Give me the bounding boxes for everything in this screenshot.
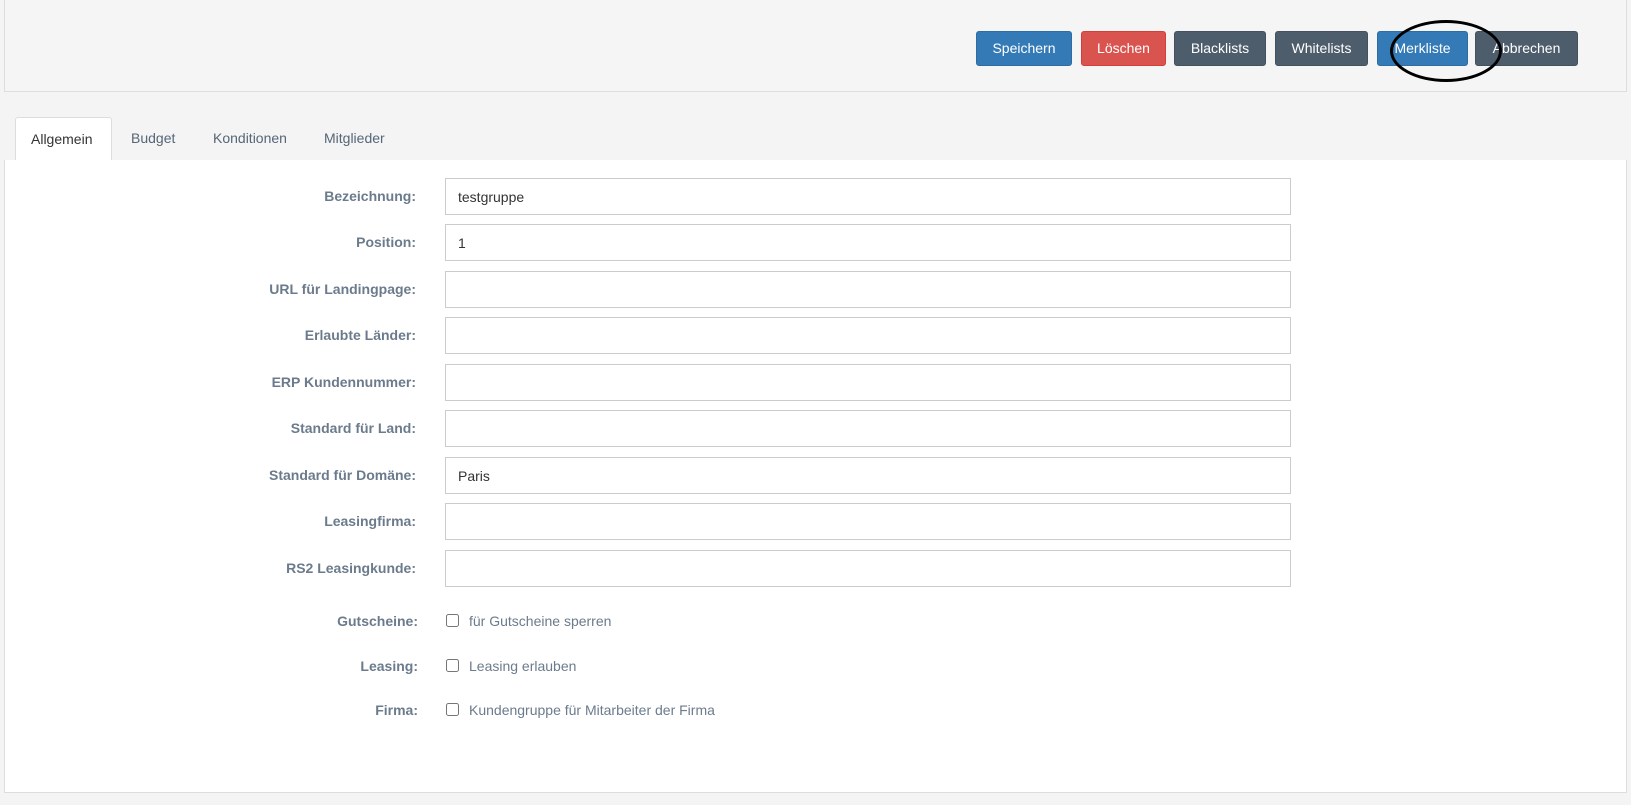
gutscheine-label: Gutscheine: xyxy=(337,613,418,629)
form-row-bezeichnung: Bezeichnung: xyxy=(5,178,1628,215)
bezeichnung-input[interactable] xyxy=(445,178,1291,215)
leasing-checkbox[interactable] xyxy=(446,659,459,672)
leasingfirma-label: Leasingfirma: xyxy=(324,513,416,529)
save-button[interactable]: Speichern xyxy=(976,31,1072,66)
general-form-panel: Bezeichnung: Position: URL für Landingpa… xyxy=(4,160,1627,793)
standard-land-label: Standard für Land: xyxy=(290,420,416,436)
merkliste-button[interactable]: Merkliste xyxy=(1377,31,1468,66)
tab-konditionen[interactable]: Konditionen xyxy=(198,117,302,161)
form-row-leasing: Leasing: Leasing erlauben xyxy=(5,657,1628,677)
firma-label: Firma: xyxy=(375,702,418,718)
action-toolbar: Speichern Löschen Blacklists Whitelists … xyxy=(4,0,1627,92)
form-row-position: Position: xyxy=(5,224,1628,261)
firma-checkbox[interactable] xyxy=(446,703,459,716)
leasingfirma-input[interactable] xyxy=(445,503,1291,540)
erp-kundennummer-label: ERP Kundennummer: xyxy=(271,374,416,390)
standard-land-input[interactable] xyxy=(445,410,1291,447)
erlaubte-laender-input[interactable] xyxy=(445,317,1291,354)
whitelists-button[interactable]: Whitelists xyxy=(1275,31,1368,66)
cancel-button[interactable]: Abbrechen xyxy=(1475,31,1578,66)
rs2-leasingkunde-label: RS2 Leasingkunde: xyxy=(286,560,416,576)
form-row-leasingfirma: Leasingfirma: xyxy=(5,503,1628,540)
delete-button[interactable]: Löschen xyxy=(1081,31,1166,66)
leasing-label: Leasing: xyxy=(360,658,418,674)
position-input[interactable] xyxy=(445,224,1291,261)
blacklists-button[interactable]: Blacklists xyxy=(1174,31,1266,66)
position-label: Position: xyxy=(356,234,416,250)
landingpage-url-input[interactable] xyxy=(445,271,1291,308)
form-row-erp-kundennummer: ERP Kundennummer: xyxy=(5,364,1628,401)
form-row-standard-domaene: Standard für Domäne: xyxy=(5,457,1628,494)
form-row-rs2-leasingkunde: RS2 Leasingkunde: xyxy=(5,550,1628,587)
firma-checkbox-text[interactable]: Kundengruppe für Mitarbeiter der Firma xyxy=(469,702,715,718)
form-row-landingpage-url: URL für Landingpage: xyxy=(5,271,1628,308)
erlaubte-laender-label: Erlaubte Länder: xyxy=(304,327,416,343)
standard-domaene-label: Standard für Domäne: xyxy=(268,467,416,483)
landingpage-url-label: URL für Landingpage: xyxy=(269,281,416,297)
erp-kundennummer-input[interactable] xyxy=(445,364,1291,401)
bezeichnung-label: Bezeichnung: xyxy=(324,188,416,204)
tab-budget[interactable]: Budget xyxy=(116,117,190,161)
gutscheine-checkbox-text[interactable]: für Gutscheine sperren xyxy=(469,613,611,629)
leasing-checkbox-text[interactable]: Leasing erlauben xyxy=(469,658,576,674)
form-row-gutscheine: Gutscheine: für Gutscheine sperren xyxy=(5,612,1628,632)
form-row-firma: Firma: Kundengruppe für Mitarbeiter der … xyxy=(5,701,1628,721)
rs2-leasingkunde-input[interactable] xyxy=(445,550,1291,587)
gutscheine-checkbox[interactable] xyxy=(446,614,459,627)
tab-mitglieder[interactable]: Mitglieder xyxy=(309,117,400,161)
tab-bar: Allgemein Budget Konditionen Mitglieder xyxy=(4,117,1627,162)
tab-allgemein[interactable]: Allgemein xyxy=(15,117,112,162)
form-row-erlaubte-laender: Erlaubte Länder: xyxy=(5,317,1628,354)
standard-domaene-input[interactable] xyxy=(445,457,1291,494)
form-row-standard-land: Standard für Land: xyxy=(5,410,1628,447)
